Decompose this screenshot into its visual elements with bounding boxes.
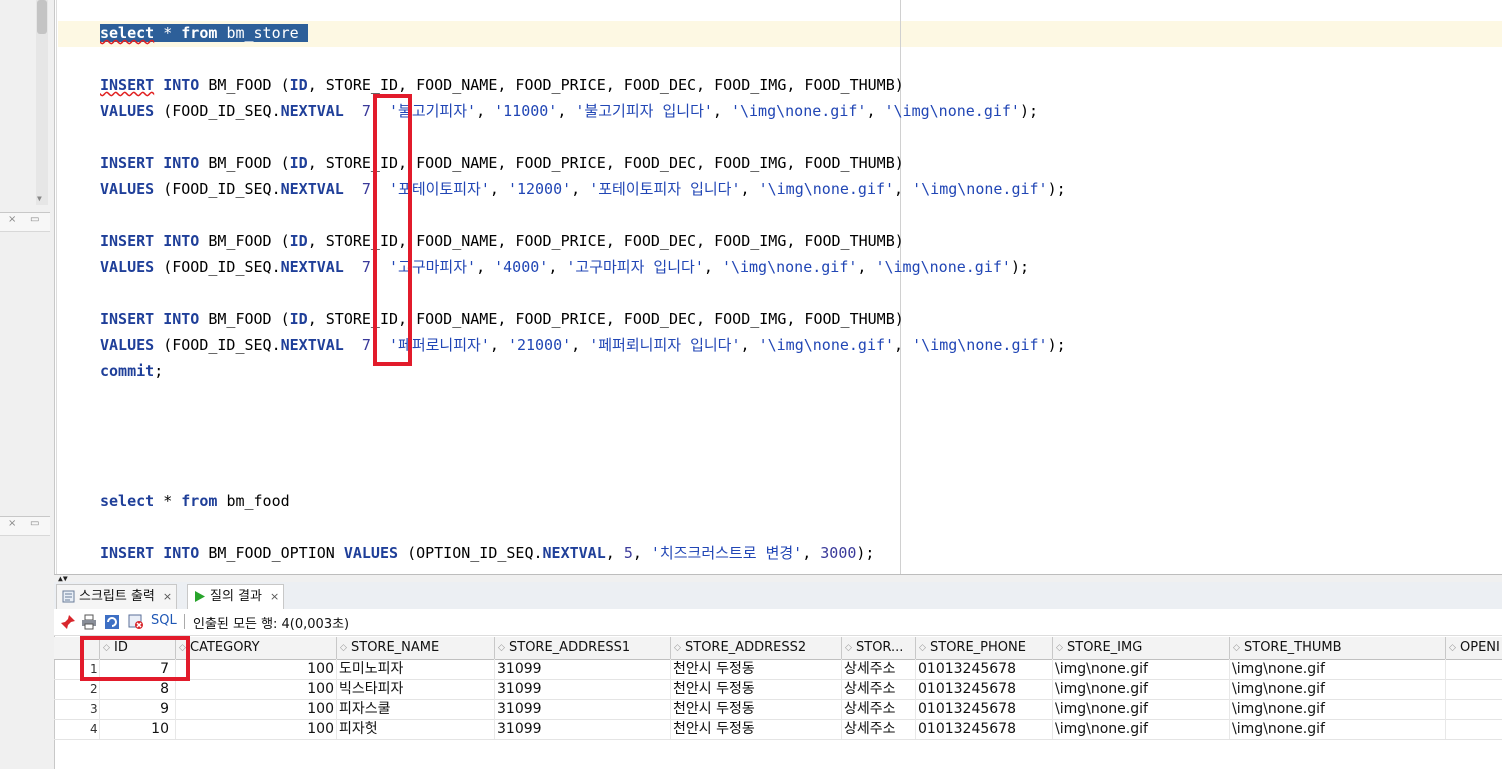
cell-address2[interactable]: 천안시 두정동 [671, 659, 842, 679]
table-row[interactable]: 1 7 100 도미노피자 31099 천안시 두정동 상세주소 0101324… [54, 659, 1502, 680]
cell-address2[interactable]: 천안시 두정동 [671, 679, 842, 699]
minimize-icon[interactable]: ▭ [30, 214, 39, 225]
cell-store-name[interactable]: 도미노피자 [337, 659, 495, 679]
result-toolbar: SQL 인출된 모든 행: 4(0,003초) [54, 609, 1502, 636]
cell-address3[interactable]: 상세주소 [842, 679, 916, 699]
code-line: INSERT INTO BM_FOOD (ID, STORE_ID, FOOD_… [100, 310, 904, 328]
sort-icon[interactable]: ◇ [1449, 637, 1456, 659]
cell-address1[interactable]: 31099 [495, 659, 671, 679]
cell-img[interactable]: \img\none.gif [1053, 679, 1230, 699]
column-header-store-address3[interactable]: ◇ STOR... [842, 637, 916, 659]
cell-store-name[interactable]: 피자스쿨 [337, 699, 495, 719]
play-icon [195, 591, 205, 602]
sort-icon[interactable]: ◇ [498, 637, 505, 659]
left-panel: ▼ × ▭ × ▭ [0, 0, 55, 769]
tab-script-output[interactable]: 스크립트 출력 × [56, 584, 178, 609]
table-row[interactable]: 4 10 100 피자헛 31099 천안시 두정동 상세주소 01013245… [54, 719, 1502, 740]
close-icon[interactable]: × [163, 590, 172, 603]
code-line: VALUES (FOOD_ID_SEQ.NEXTVAL 7, '페퍼로니피자',… [100, 336, 1066, 354]
code-line: INSERT INTO BM_FOOD (ID, STORE_ID, FOOD_… [100, 154, 904, 172]
sort-icon[interactable]: ◇ [340, 637, 347, 659]
print-icon[interactable] [81, 614, 97, 630]
table-row[interactable]: 3 9 100 피자스쿨 31099 천안시 두정동 상세주소 01013245… [54, 699, 1502, 720]
column-header-store-phone[interactable]: ◇ STORE_PHONE [916, 637, 1053, 659]
minimize-icon[interactable]: ▭ [30, 518, 39, 529]
cell-category[interactable]: 100 [176, 659, 337, 679]
code-line: INSERT INTO BM_FOOD (ID, STORE_ID, FOOD_… [100, 76, 904, 94]
annotation-red-box [373, 94, 412, 366]
cell-id[interactable]: 9 [100, 699, 176, 719]
code-line: select * from bm_food [100, 492, 290, 510]
cell-img[interactable]: \img\none.gif [1053, 659, 1230, 679]
code-line: VALUES (FOOD_ID_SEQ.NEXTVAL 7, '포테이토피자',… [100, 180, 1066, 198]
cell-id[interactable]: 10 [100, 719, 176, 739]
cell-address3[interactable]: 상세주소 [842, 719, 916, 739]
cell-store-name[interactable]: 피자헛 [337, 719, 495, 739]
close-icon[interactable]: × [8, 214, 16, 225]
code-line: INSERT INTO BM_FOOD (ID, STORE_ID, FOOD_… [100, 232, 904, 250]
collapsed-panel-header: × ▭ [0, 516, 50, 536]
cell-id[interactable]: 8 [100, 679, 176, 699]
sort-icon[interactable]: ◇ [845, 637, 852, 659]
code-line: commit; [100, 362, 164, 380]
column-header-open[interactable]: ◇ OPENI [1446, 637, 1502, 659]
toolbar-separator [184, 614, 185, 629]
cell-phone[interactable]: 01013245678 [916, 679, 1053, 699]
collapsed-panel-header: × ▭ [0, 212, 50, 232]
cell-thumb[interactable]: \img\none.gif [1230, 679, 1446, 699]
column-header-store-address2[interactable]: ◇ STORE_ADDRESS2 [671, 637, 842, 659]
cell-store-name[interactable]: 빅스타피자 [337, 679, 495, 699]
fetch-status: 인출된 모든 행: 4(0,003초) [193, 617, 350, 632]
code-line: INSERT INTO BM_FOOD_OPTION VALUES (OPTIO… [100, 544, 875, 562]
cell-thumb[interactable]: \img\none.gif [1230, 699, 1446, 719]
cell-address2[interactable]: 천안시 두정동 [671, 699, 842, 719]
cell-category[interactable]: 100 [176, 699, 337, 719]
left-scrollbar[interactable]: ▼ [36, 0, 48, 205]
code-line: VALUES (FOOD_ID_SEQ.NEXTVAL 7, '불고기피자', … [100, 102, 1039, 120]
cell-address3[interactable]: 상세주소 [842, 699, 916, 719]
column-header-store-address1[interactable]: ◇ STORE_ADDRESS1 [495, 637, 671, 659]
sort-icon[interactable]: ◇ [674, 637, 681, 659]
cancel-query-icon[interactable] [128, 614, 144, 630]
refresh-icon[interactable] [104, 614, 120, 630]
code-line: select * from bm_store [100, 22, 308, 44]
sort-icon[interactable]: ◇ [919, 637, 926, 659]
grid-header: ◇ ID ◇ CATEGORY ◇ STORE_NAME ◇ STORE_ADDRESS… [54, 637, 1502, 660]
tab-query-result[interactable]: 질의 결과 × [187, 584, 285, 609]
cell-address2[interactable]: 천안시 두정동 [671, 719, 842, 739]
sql-button[interactable]: SQL [151, 613, 177, 628]
column-header-category[interactable]: ◇ CATEGORY [176, 637, 337, 659]
code-line: VALUES (FOOD_ID_SEQ.NEXTVAL 7, '고구마피자', … [100, 258, 1029, 276]
column-header-store-thumb[interactable]: ◇ STORE_THUMB [1230, 637, 1446, 659]
sort-icon[interactable]: ◇ [1233, 637, 1240, 659]
sort-icon[interactable]: ◇ [1056, 637, 1063, 659]
cell-address1[interactable]: 31099 [495, 719, 671, 739]
cell-phone[interactable]: 01013245678 [916, 719, 1053, 739]
cell-address1[interactable]: 31099 [495, 699, 671, 719]
table-row[interactable]: 2 8 100 빅스타피자 31099 천안시 두정동 상세주소 0101324… [54, 679, 1502, 700]
column-header-store-img[interactable]: ◇ STORE_IMG [1053, 637, 1230, 659]
column-header-store-name[interactable]: ◇ STORE_NAME [337, 637, 495, 659]
cell-address1[interactable]: 31099 [495, 679, 671, 699]
cell-thumb[interactable]: \img\none.gif [1230, 659, 1446, 679]
cell-img[interactable]: \img\none.gif [1053, 719, 1230, 739]
cell-img[interactable]: \img\none.gif [1053, 699, 1230, 719]
pin-icon[interactable] [60, 614, 76, 630]
annotation-red-box [80, 636, 190, 681]
cell-thumb[interactable]: \img\none.gif [1230, 719, 1446, 739]
editor-gutter-border [56, 0, 57, 574]
cell-category[interactable]: 100 [176, 679, 337, 699]
result-tabs: 스크립트 출력 × 질의 결과 × [54, 582, 1502, 610]
close-icon[interactable]: × [8, 518, 16, 529]
cell-phone[interactable]: 01013245678 [916, 659, 1053, 679]
scroll-down-arrow-icon[interactable]: ▼ [37, 194, 42, 203]
cell-category[interactable]: 100 [176, 719, 337, 739]
scrollbar-thumb[interactable] [37, 0, 47, 34]
sql-editor[interactable]: select * from bm_store INSERT INTO BM_FO… [58, 0, 1502, 574]
cell-phone[interactable]: 01013245678 [916, 699, 1053, 719]
cell-address3[interactable]: 상세주소 [842, 659, 916, 679]
close-icon[interactable]: × [270, 590, 279, 603]
script-icon [62, 590, 75, 603]
